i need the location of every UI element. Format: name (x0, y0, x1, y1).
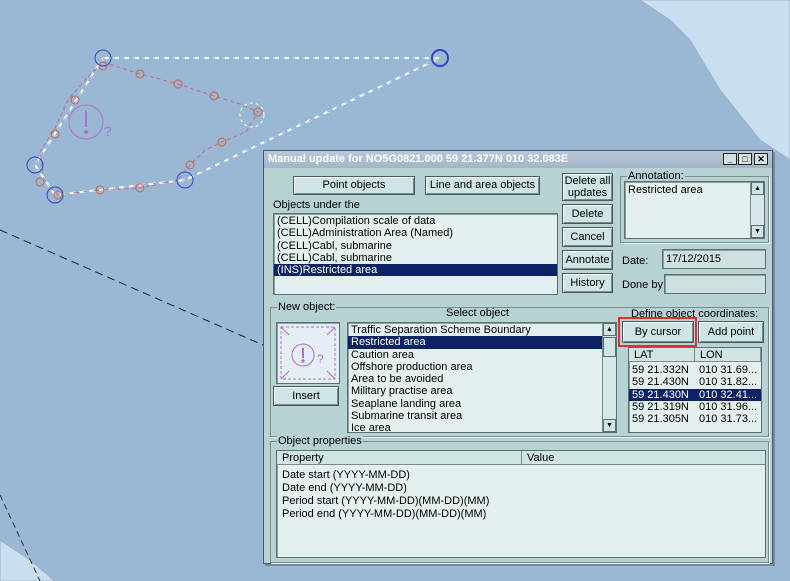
annotate-label: Annotate (565, 254, 610, 266)
history-button[interactable]: History (562, 273, 613, 293)
manual-update-dialog: Manual update for NO5G0821.000 59 21.377… (263, 150, 773, 564)
property-row[interactable]: Period end (YYYY-MM-DD)(MM-DD)(MM) (279, 508, 759, 521)
property-row[interactable]: Date start (YYYY-MM-DD) (279, 469, 759, 482)
objects-under-item[interactable]: (CELL)Compilation scale of data (274, 215, 557, 227)
select-object-item[interactable]: Seaplane landing area (348, 398, 602, 410)
object-properties-label: Object properties (277, 435, 363, 447)
insert-label: Insert (292, 390, 320, 402)
new-object-label: New object: (277, 301, 337, 313)
annotate-button[interactable]: Annotate (562, 250, 613, 270)
tab-point-objects-label: Point objects (322, 179, 386, 191)
coordinate-lat: 59 21.430N (632, 376, 689, 389)
delete-button[interactable]: Delete (562, 204, 613, 224)
land-area-northeast (639, 0, 790, 161)
select-object-item[interactable]: Area to be avoided (348, 373, 602, 385)
date-value: 17/12/2015 (666, 253, 722, 265)
select-object-item[interactable]: Restricted area (348, 336, 602, 349)
coordinate-row[interactable]: 59 21.319N 010 31.96... (629, 401, 761, 413)
objects-under-item[interactable]: (CELL)Cabl, submarine (274, 240, 557, 252)
object-properties-table[interactable]: Property Value Date start (YYYY-MM-DD) Da… (276, 450, 766, 558)
lat-column-header[interactable]: LAT (629, 348, 695, 362)
delete-all-updates-label: Delete all updates (564, 175, 611, 199)
coordinate-row[interactable]: 59 21.430N 010 31.82... (629, 376, 761, 388)
date-field[interactable]: 17/12/2015 (662, 249, 766, 269)
close-icon[interactable]: ✕ (754, 153, 768, 165)
by-cursor-button[interactable]: By cursor (622, 321, 694, 343)
scroll-down-icon[interactable]: ▼ (751, 225, 764, 238)
coordinate-lon: 010 31.96... (699, 400, 758, 413)
coordinate-lat: 59 21.332N (632, 364, 689, 376)
property-row[interactable]: Period start (YYYY-MM-DD)(MM-DD)(MM) (279, 495, 759, 508)
svg-text:?: ? (317, 352, 324, 366)
property-row[interactable]: Date end (YYYY-MM-DD) (279, 482, 759, 495)
done-by-label: Done by: (622, 279, 667, 291)
tab-line-area-objects-label: Line and area objects (429, 179, 536, 191)
object-preview: ? (276, 322, 340, 384)
tab-point-objects[interactable]: Point objects (293, 176, 415, 195)
coordinate-row[interactable]: 59 21.332N 010 31.69... (629, 364, 761, 376)
scroll-up-icon[interactable]: ▲ (603, 323, 616, 336)
select-object-list[interactable]: Traffic Separation Scheme Boundary Restri… (347, 322, 617, 433)
select-object-label: Select object (446, 307, 509, 319)
select-object-item[interactable]: Caution area (348, 349, 602, 361)
maximize-icon[interactable]: □ (738, 153, 752, 165)
submarine-cable-line (0, 229, 264, 346)
minimize-icon[interactable]: _ (723, 153, 737, 165)
coordinates-table[interactable]: LAT LON 59 21.332N 010 31.69... 59 21.430N… (628, 347, 762, 433)
scroll-down-icon[interactable]: ▼ (603, 419, 616, 432)
objects-under-item[interactable]: (CELL)Cabl, submarine (274, 252, 557, 264)
lon-column-header[interactable]: LON (695, 348, 761, 362)
select-object-item[interactable]: Submarine transit area (348, 410, 602, 422)
dialog-title: Manual update for NO5G0821.000 59 21.377… (264, 151, 772, 168)
select-object-item[interactable]: Offshore production area (348, 361, 602, 373)
coordinate-lat: 59 21.430N (632, 388, 689, 401)
select-object-item[interactable]: Military practise area (348, 385, 602, 397)
select-object-item[interactable]: Ice area (348, 422, 602, 432)
coordinate-lon: 010 32.41... (699, 388, 758, 401)
history-label: History (570, 277, 605, 289)
annotation-textarea[interactable]: Restricted area ▲ ▼ (624, 181, 765, 239)
add-point-button[interactable]: Add point (698, 321, 764, 343)
cancel-label: Cancel (570, 231, 605, 243)
objects-under-label: Objects under the (273, 199, 360, 211)
tab-line-area-objects[interactable]: Line and area objects (425, 176, 540, 195)
cancel-button[interactable]: Cancel (562, 227, 613, 247)
done-by-field[interactable] (664, 274, 766, 294)
restricted-area-symbol-icon: ? (68, 104, 112, 140)
select-object-item[interactable]: Traffic Separation Scheme Boundary (348, 324, 602, 336)
select-object-scrollbar[interactable]: ▲ ▼ (602, 323, 616, 432)
coordinate-lat: 59 21.319N (632, 400, 689, 413)
add-point-label: Add point (707, 326, 755, 338)
date-label: Date: (622, 255, 649, 267)
value-column-header[interactable]: Value (522, 451, 765, 465)
coordinate-lon: 010 31.82... (699, 376, 758, 389)
objects-under-item[interactable]: (INS)Restricted area (274, 264, 557, 277)
land-area-southwest (0, 539, 56, 581)
coordinate-lon: 010 31.73... (699, 413, 758, 426)
insert-button[interactable]: Insert (273, 386, 339, 406)
svg-text:?: ? (104, 123, 112, 139)
coordinate-lat: 59 21.305N (632, 413, 689, 426)
delete-label: Delete (571, 208, 604, 220)
objects-under-item[interactable]: (CELL)Administration Area (Named) (274, 227, 557, 239)
property-column-header[interactable]: Property (277, 451, 522, 465)
by-cursor-label: By cursor (634, 326, 682, 338)
delete-all-updates-button[interactable]: Delete all updates (562, 173, 613, 201)
annotation-scrollbar[interactable]: ▲ ▼ (750, 182, 764, 238)
restricted-area-outline (39, 61, 259, 196)
objects-under-list[interactable]: (CELL)Compilation scale of data (CELL)Adm… (273, 213, 558, 295)
coordinate-lon: 010 31.69... (699, 364, 758, 376)
polygon-vertex[interactable] (26, 156, 44, 174)
coordinate-row[interactable]: 59 21.430N 010 32.41... (629, 388, 761, 401)
scroll-thumb[interactable] (603, 337, 616, 357)
annotation-value: Restricted area (628, 184, 703, 196)
scroll-up-icon[interactable]: ▲ (751, 182, 764, 195)
coordinate-row[interactable]: 59 21.305N 010 31.73... (629, 413, 761, 425)
boundary-markers (35, 61, 263, 200)
restricted-area-preview-icon: ? (280, 326, 336, 380)
